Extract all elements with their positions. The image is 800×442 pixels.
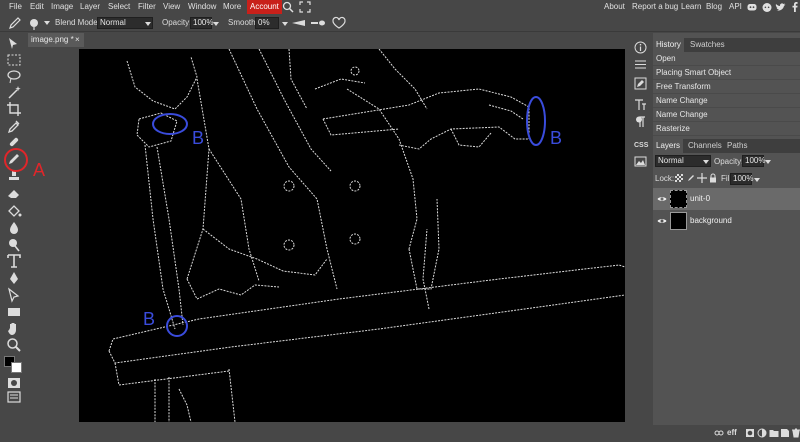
panel-icon-column: CSS: [628, 33, 652, 442]
fill-input[interactable]: 100%: [730, 173, 753, 185]
history-item[interactable]: Open: [653, 52, 800, 66]
lock-transparency-icon[interactable]: [675, 174, 683, 182]
layer-thumbnail: [670, 190, 687, 208]
annotation-label-b2: B: [550, 128, 563, 148]
annotation-label-b3: B: [143, 309, 156, 329]
lock-pixels-icon[interactable]: [686, 173, 696, 183]
layer-opacity-input[interactable]: 100%: [742, 155, 765, 167]
layers-panel-tabs: Layers Channels Paths: [653, 139, 800, 153]
history-item[interactable]: Free Transform: [653, 80, 800, 94]
lock-position-icon[interactable]: [697, 173, 707, 183]
annotation-circle-b3: [166, 315, 188, 337]
fill-caret-icon[interactable]: [754, 178, 760, 182]
layer-name: background: [690, 216, 732, 225]
annotation-circle-a: [4, 148, 28, 172]
history-item[interactable]: Rasterize: [653, 122, 800, 136]
layer-thumbnail: [670, 212, 687, 230]
lock-all-icon[interactable]: [708, 173, 718, 183]
layer-opacity-label: Opacity:: [714, 157, 744, 166]
adjustment-layer-icon[interactable]: [757, 428, 767, 438]
tab-paths[interactable]: Paths: [724, 139, 750, 153]
history-item[interactable]: Placing Smart Object: [653, 66, 800, 80]
annotation-label-b1: B: [192, 128, 205, 148]
history-panel-tabs: History Swatches: [653, 38, 800, 52]
layer-effects-icon[interactable]: eff: [727, 428, 737, 438]
layer-blend-caret-icon: [703, 160, 709, 164]
layers-footer: eff: [653, 425, 800, 442]
image-panel-icon[interactable]: [634, 155, 647, 168]
layer-row-background[interactable]: background: [653, 210, 800, 232]
info-icon[interactable]: [634, 41, 647, 54]
delete-layer-icon[interactable]: [791, 428, 800, 438]
tab-channels[interactable]: Channels: [685, 139, 725, 153]
tab-swatches[interactable]: Swatches: [687, 38, 728, 52]
tab-history[interactable]: History: [653, 38, 684, 52]
css-icon[interactable]: CSS: [634, 139, 648, 152]
history-item[interactable]: Name Change: [653, 94, 800, 108]
visibility-eye-icon[interactable]: [657, 216, 667, 226]
brush-panel-icon[interactable]: [634, 77, 647, 90]
annotation-label-a: A: [33, 160, 46, 180]
history-item[interactable]: Name Change: [653, 108, 800, 122]
link-layers-icon[interactable]: [714, 428, 724, 438]
lock-label: Lock:: [655, 174, 675, 183]
layer-row-unit-0[interactable]: unit-0: [653, 188, 800, 210]
annotation-circle-b1: [152, 113, 188, 135]
layer-name: unit-0: [690, 194, 711, 203]
add-mask-icon[interactable]: [745, 428, 755, 438]
visibility-eye-icon[interactable]: [657, 194, 667, 204]
layer-opacity-caret-icon[interactable]: [765, 160, 771, 164]
tab-layers[interactable]: Layers: [653, 139, 684, 153]
right-panels: History Swatches Open Placing Smart Obje…: [653, 33, 800, 442]
adjustments-icon[interactable]: [634, 58, 647, 71]
character-icon[interactable]: [634, 98, 647, 111]
annotation-circle-b2: [526, 96, 546, 146]
new-layer-icon[interactable]: [780, 428, 790, 438]
paragraph-icon[interactable]: [634, 115, 647, 128]
new-folder-icon[interactable]: [769, 428, 779, 438]
